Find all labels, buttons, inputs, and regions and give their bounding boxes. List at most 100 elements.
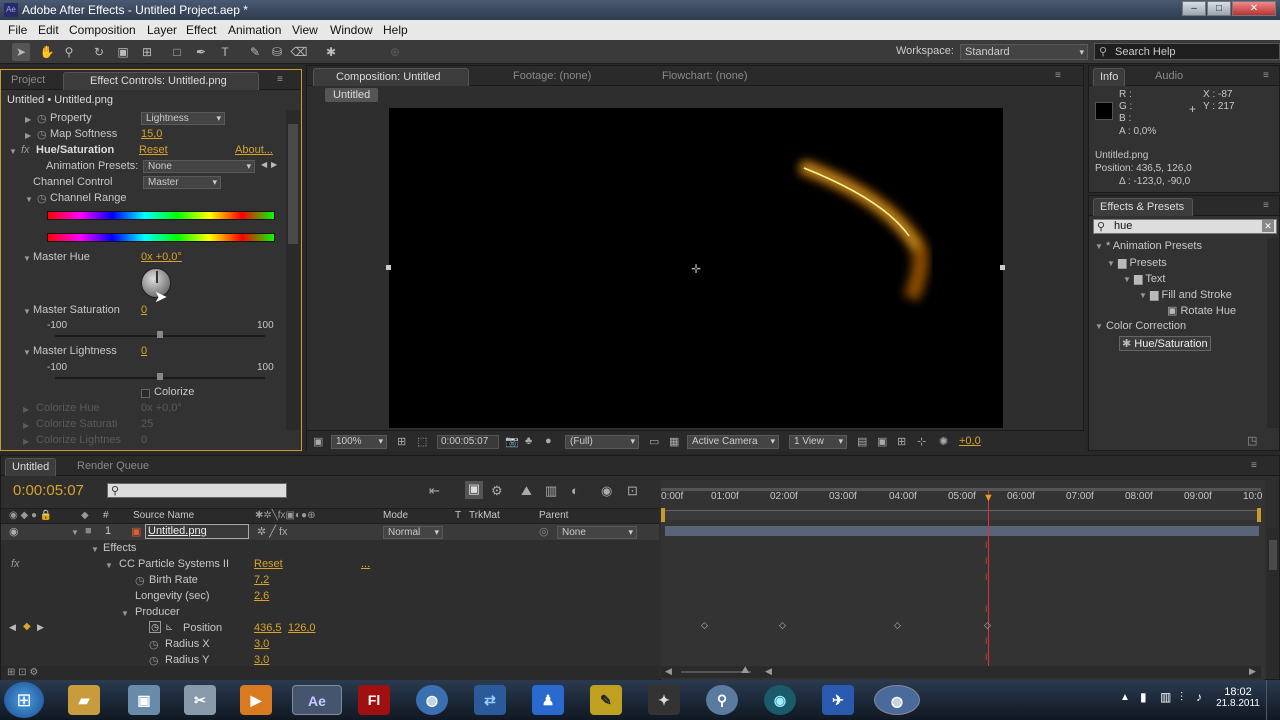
transparency-grid-icon[interactable]: ▦ (669, 435, 679, 448)
tree-item-rotate-hue[interactable]: ▣ Rotate Hue (1167, 304, 1267, 317)
globe-taskbar-icon[interactable]: ◉ (764, 685, 796, 715)
layer-switches[interactable]: ✲ ╱ fx (257, 525, 288, 538)
type-tool-icon[interactable]: T (216, 43, 234, 61)
search-app-taskbar-icon[interactable]: ⚲ (706, 685, 738, 715)
master-hue-value[interactable]: 0x +0,0° (141, 251, 182, 263)
tray-signal-icon[interactable]: ⫶ (1180, 690, 1183, 705)
eye-icon[interactable]: ◉ (9, 525, 19, 538)
master-saturation-value[interactable]: 0 (141, 304, 147, 316)
notes-taskbar-icon[interactable]: ✎ (590, 685, 622, 715)
stopwatch-icon[interactable]: ◷ (37, 192, 47, 205)
tab-untitled-timeline[interactable]: Untitled (5, 458, 57, 476)
switches-icons[interactable]: ✱✲╲fx▣◐●⊕ (255, 510, 315, 521)
prev-keyframe-icon[interactable]: ◀ (9, 622, 16, 633)
channel-icon[interactable]: ● (545, 435, 552, 447)
label-icon[interactable]: ◆ (81, 510, 89, 521)
property-select[interactable]: Lightness (141, 112, 225, 125)
snapshot-icon[interactable]: 📷 (505, 435, 519, 448)
composition-viewer[interactable]: ✛ (386, 108, 1005, 428)
exposure-icon[interactable]: ✺ (939, 435, 948, 448)
radius-y-value[interactable]: 3,0 (254, 654, 269, 666)
col-mode[interactable]: Mode (383, 510, 408, 521)
animation-presets-select[interactable]: None (143, 160, 255, 173)
work-area-start[interactable] (661, 508, 665, 522)
col-parent[interactable]: Parent (539, 510, 568, 521)
exposure-value[interactable]: +0,0 (959, 435, 981, 447)
tray-network-icon[interactable]: ▥ (1160, 690, 1171, 704)
channel-range-input-bar[interactable] (47, 211, 275, 220)
axis-mode-icon[interactable]: ⊕ (386, 43, 404, 61)
layer-duration-bar[interactable] (665, 526, 1259, 536)
panel-menu-icon[interactable]: ≡ (1263, 70, 1269, 81)
start-button[interactable]: ⊞ (4, 682, 44, 718)
graph-editor-icon[interactable]: ⊡ (627, 483, 638, 499)
selection-tool-icon[interactable]: ➤ (12, 43, 30, 61)
label-color-icon[interactable]: ■ (85, 525, 92, 537)
after-effects-taskbar-icon[interactable]: Ae (292, 685, 342, 715)
menu-window[interactable]: Window (330, 23, 373, 37)
menu-edit[interactable]: Edit (38, 23, 59, 37)
tray-device-icon[interactable]: ▮ (1140, 690, 1147, 704)
pen-tool-icon[interactable]: ✒ (192, 43, 210, 61)
mask-icon[interactable]: ⬚ (417, 435, 427, 448)
collapse-icon[interactable]: ▼ (9, 147, 17, 156)
clear-search-icon[interactable]: ✕ (1262, 220, 1274, 232)
current-time-indicator-line[interactable] (988, 490, 989, 676)
transfer-taskbar-icon[interactable]: ⇄ (474, 685, 506, 715)
zoom-tool-icon[interactable]: ⚲ (60, 43, 78, 61)
rectangle-tool-icon[interactable]: □ (168, 43, 186, 61)
rotate-tool-icon[interactable]: ↻ (90, 43, 108, 61)
expand-icon[interactable]: ▶ (23, 405, 29, 414)
effect-about-button[interactable]: About... (235, 144, 273, 156)
tab-audio[interactable]: Audio (1149, 68, 1189, 86)
effects-scrollbar[interactable] (1267, 238, 1279, 428)
flowchart-icon[interactable]: ⊹ (917, 435, 926, 448)
prev-preset-icon[interactable]: ◀ (261, 160, 267, 169)
workspace-select[interactable]: Standard (960, 44, 1088, 60)
eraser-tool-icon[interactable]: ⌫ (290, 43, 308, 61)
tree-item-text[interactable]: ▼ ▆ Text (1123, 272, 1263, 285)
collapse-icon[interactable]: ▼ (91, 545, 99, 554)
collapse-icon[interactable]: ▼ (121, 609, 129, 618)
live-update-icon[interactable]: ▣ (465, 481, 483, 499)
next-keyframe-icon[interactable]: ▶ (37, 622, 44, 633)
current-time-indicator-head[interactable]: ▼ (983, 492, 994, 504)
expand-icon[interactable]: ▶ (23, 421, 29, 430)
tree-item-hue-saturation[interactable]: ✱ Hue/Saturation (1119, 336, 1211, 351)
collapse-icon[interactable]: ▼ (25, 195, 33, 204)
colorize-checkbox[interactable] (141, 389, 150, 398)
layer-row[interactable]: ◉ ▼ ■ 1 ▣ Untitled.png ✲ ╱ fx Normal ◎ N… (1, 524, 659, 540)
layer-handle-right[interactable] (1000, 265, 1005, 270)
stopwatch-icon[interactable]: ◷ (37, 128, 47, 141)
camera-select[interactable]: Active Camera (687, 435, 779, 449)
stopwatch-icon[interactable]: ◷ (37, 112, 47, 125)
fx-icon[interactable]: fx (21, 144, 30, 156)
region-of-interest-icon[interactable]: ▭ (649, 435, 659, 448)
flash-taskbar-icon[interactable]: Fl (358, 685, 390, 715)
menu-view[interactable]: View (292, 23, 318, 37)
collapse-icon[interactable]: ▼ (23, 307, 31, 316)
tab-info[interactable]: Info (1093, 68, 1126, 86)
saturation-slider-thumb[interactable] (157, 331, 163, 338)
tab-effects-presets[interactable]: Effects & Presets (1093, 198, 1193, 216)
collapse-icon[interactable]: ▼ (23, 348, 31, 357)
stopwatch-icon[interactable]: ◷ (135, 574, 145, 587)
layer-name[interactable]: Untitled.png (145, 524, 249, 539)
clone-stamp-tool-icon[interactable]: ⛁ (268, 43, 286, 61)
animal-app-taskbar-icon[interactable]: ✦ (648, 685, 680, 715)
av-features-icons[interactable]: ◉ ◆ ● 🔒 (9, 510, 52, 521)
radius-x-value[interactable]: 3,0 (254, 638, 269, 650)
browser-taskbar-icon[interactable]: ◍ (416, 685, 448, 715)
tree-item-presets[interactable]: ▼ ▆ Presets (1107, 256, 1257, 269)
close-button[interactable]: ✕ (1232, 1, 1276, 16)
cc-reset-button[interactable]: Reset (254, 558, 283, 570)
effect-controls-scrollbar[interactable] (286, 110, 300, 430)
effects-search-field[interactable]: ⚲ hue ✕ (1093, 219, 1277, 234)
fx-icon[interactable]: fx (11, 558, 20, 570)
stopwatch-active-icon[interactable]: ◷ (149, 621, 161, 633)
expand-icon[interactable]: ▶ (25, 115, 31, 124)
fast-previews-icon[interactable]: ▣ (877, 435, 887, 448)
puppet-tool-icon[interactable]: ✱ (322, 43, 340, 61)
panel-menu-icon[interactable]: ≡ (277, 74, 283, 85)
menu-effect[interactable]: Effect (186, 23, 216, 37)
